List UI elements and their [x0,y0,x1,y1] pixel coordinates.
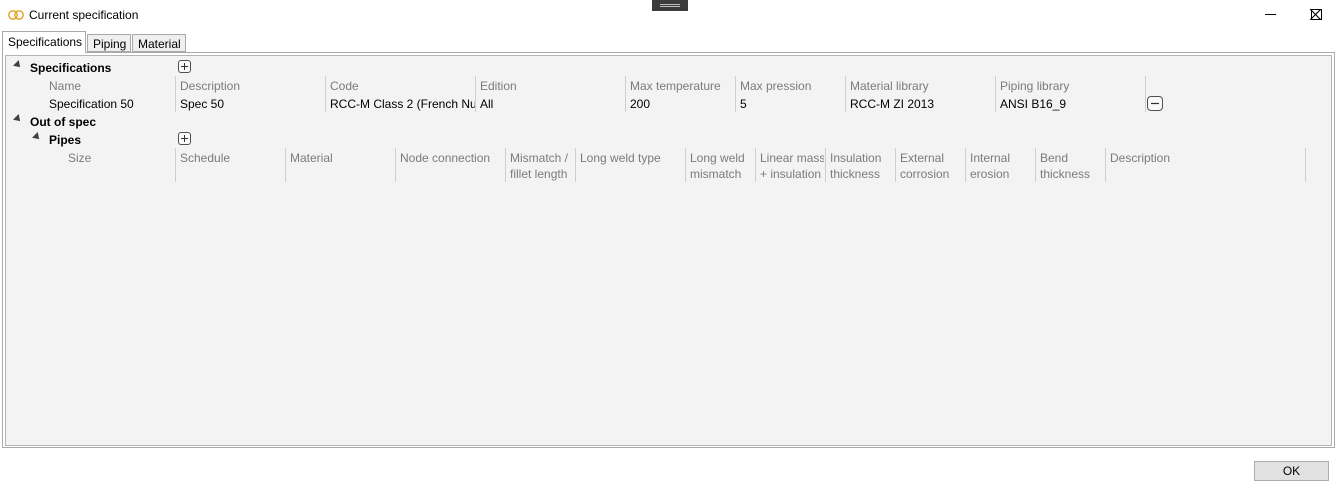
spec-header-max-pression: Max pression [740,79,812,93]
spec-cell-max-pression[interactable]: 5 [740,97,747,111]
link-rings-icon [7,9,25,21]
pipes-header-internal-erosion-line2: erosion [970,167,1010,181]
pipes-header-material: Material [290,151,333,165]
window-title: Current specification [29,8,139,22]
minimize-button[interactable] [1247,0,1293,30]
spec-cell-max-temperature[interactable]: 200 [630,97,650,111]
pipes-header-description: Description [1110,151,1171,165]
pipes-header-internal-erosion: Internal [970,151,1011,165]
tree-node-pipes[interactable]: Pipes [49,133,81,147]
specification-tree-panel: Specifications Name Description Code Edi… [5,55,1332,446]
spec-cell-edition[interactable]: All [480,97,493,111]
spec-cell-code[interactable]: RCC-M Class 2 (French Nuc [330,97,475,111]
title-bar: Current specification [0,0,1338,30]
plus-icon [181,135,188,142]
spec-cell-piping-library[interactable]: ANSI B16_9 [1000,97,1066,111]
spec-header-description: Description [180,79,241,93]
expand-arrow-icon[interactable] [13,60,23,70]
add-pipe-button[interactable] [178,132,191,145]
pipes-header-node-connection: Node connection [400,151,491,165]
ok-button[interactable]: OK [1254,461,1329,481]
plus-icon [181,63,188,70]
pipes-header-mismatch: Mismatch / [510,151,569,165]
pipes-header-schedule: Schedule [180,151,231,165]
spec-header-piping-library: Piping library [1000,79,1070,93]
minimize-icon [1265,14,1276,15]
pipes-header-linear-mass-line2: + insulation [760,167,822,181]
pipes-header-bend-thickness-line2: thickness [1040,167,1091,181]
pipes-header-external-corrosion-line2: corrosion [900,167,950,181]
pipes-header-external-corrosion: External [900,151,945,165]
spec-header-edition: Edition [480,79,517,93]
spec-cell-material-library[interactable]: RCC-M ZI 2013 [850,97,934,111]
pipes-header-long-weld-mismatch: Long weld [690,151,745,165]
spec-header-code: Code [330,79,359,93]
tab-specifications[interactable]: Specifications [2,31,86,53]
expand-arrow-icon[interactable] [32,132,42,142]
pipes-header-bend-thickness: Bend [1040,151,1069,165]
spec-cell-name[interactable]: Specification 50 [49,97,134,111]
spec-header-name: Name [49,79,82,93]
pipes-header-insulation-thickness: Insulation [830,151,882,165]
pipes-header-mismatch-line2: fillet length [510,167,568,181]
tab-material[interactable]: Material [132,34,186,52]
pipes-header-long-weld-mismatch-line2: mismatch [690,167,742,181]
tab-piping[interactable]: Piping [87,34,131,52]
tree-node-specifications[interactable]: Specifications [30,61,111,75]
close-button[interactable] [1292,0,1338,30]
tree-node-out-of-spec[interactable]: Out of spec [30,115,96,129]
expand-arrow-icon[interactable] [13,114,23,124]
spec-cell-description[interactable]: Spec 50 [180,97,224,111]
pipes-header-insulation-thickness-line2: thickness [830,167,881,181]
spec-header-max-temperature: Max temperature [630,79,721,93]
drag-handle[interactable] [652,0,688,11]
close-icon [1310,9,1321,20]
minus-icon [1151,102,1159,105]
spec-header-material-library: Material library [850,79,929,93]
remove-specification-button[interactable] [1147,96,1163,111]
add-specification-button[interactable] [178,60,191,73]
pipes-header-long-weld-type: Long weld type [580,151,661,165]
pipes-header-linear-mass: Linear mass [760,151,824,165]
pipes-header-size: Size [68,151,92,165]
